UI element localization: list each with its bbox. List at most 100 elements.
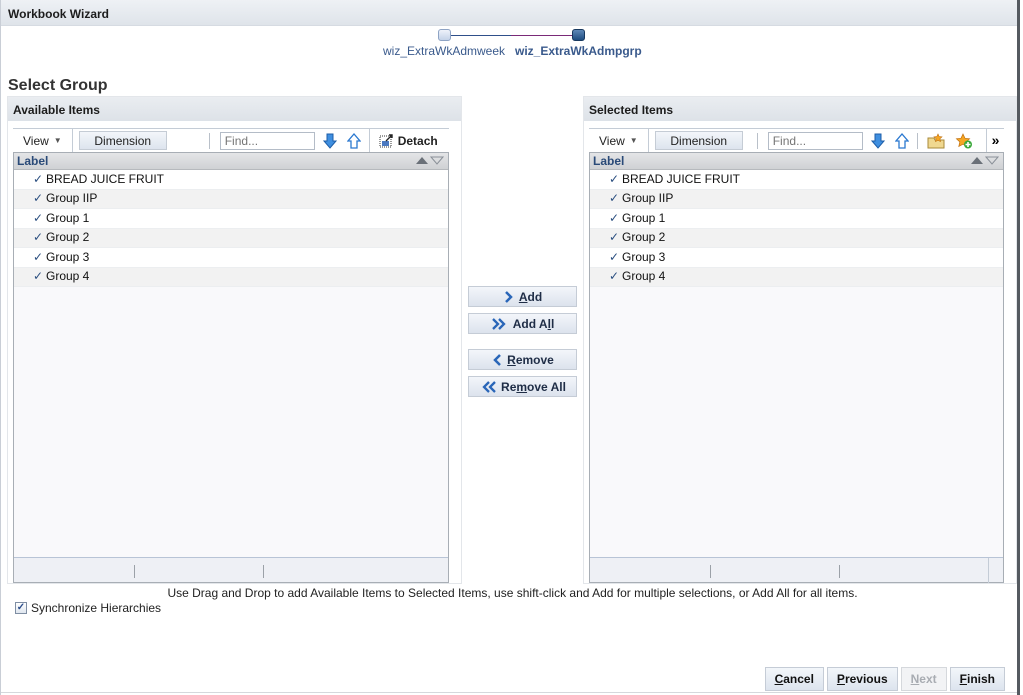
toolbar-separator — [756, 132, 758, 149]
selected-items-list: ✓ BREAD JUICE FRUIT ✓ Group IIP ✓ Group 1 ✓ Gro… — [590, 170, 1003, 287]
list-item[interactable]: ✓ Group IIP — [590, 189, 1003, 209]
next-button[interactable]: Next — [900, 667, 947, 691]
list-item[interactable]: ✓ Group 3 — [14, 248, 448, 268]
workbook-wizard-window: Workbook Wizard wiz_ExtraWkAdmweek wiz_E… — [0, 0, 1020, 695]
page-title: Select Group — [8, 77, 108, 94]
checkmark-icon: ✓ — [33, 269, 44, 284]
cancel-button[interactable]: Cancel — [764, 667, 824, 691]
detach-label: Detach — [397, 133, 438, 148]
view-menu[interactable]: View ▼ — [589, 128, 649, 153]
checkbox-checked-icon[interactable]: ✓ — [15, 602, 27, 614]
checkmark-icon: ✓ — [33, 249, 44, 264]
available-items-list: ✓ BREAD JUICE FRUIT ✓ Group IIP ✓ Group 1 ✓ Gro… — [14, 170, 448, 287]
list-item[interactable]: ✓ Group 3 — [590, 248, 1003, 268]
dimension-button[interactable]: Dimension — [78, 131, 167, 150]
remove-all-button[interactable]: Remove All — [468, 376, 577, 397]
sort-ascending-icon — [971, 157, 983, 164]
checkmark-icon: ✓ — [609, 230, 620, 245]
find-input[interactable] — [219, 131, 315, 150]
list-item-label: Group 4 — [622, 269, 666, 284]
column-header-label[interactable]: Label — [14, 153, 448, 170]
list-item[interactable]: ✓ Group 1 — [14, 209, 448, 229]
list-item-label: Group 1 — [46, 210, 90, 225]
list-item[interactable]: ✓ Group 1 — [590, 209, 1003, 229]
previous-button[interactable]: Previous — [826, 667, 898, 691]
list-item-label: Group 4 — [46, 269, 90, 284]
selected-items-panel: Selected Items View ▼ Dimension » — [583, 96, 1017, 584]
find-input[interactable] — [767, 131, 863, 150]
view-menu-label: View — [23, 133, 49, 148]
sort-icons[interactable] — [415, 156, 444, 165]
train-connector-current — [511, 35, 573, 36]
more-toolbar-button[interactable]: » — [986, 128, 1004, 153]
checkmark-icon: ✓ — [33, 230, 44, 245]
checkmark-icon: ✓ — [33, 171, 44, 186]
checkmark-icon: ✓ — [609, 269, 620, 284]
sort-icons[interactable] — [970, 156, 999, 165]
checkmark-icon: ✓ — [609, 171, 620, 186]
view-menu[interactable]: View ▼ — [13, 128, 73, 153]
checkmark-icon: ✓ — [33, 191, 44, 206]
synchronize-hierarchies-label: Synchronize Hierarchies — [31, 601, 162, 615]
detach-button[interactable]: Detach — [379, 133, 438, 148]
available-toolbar: View ▼ Dimension Detach — [13, 128, 449, 153]
list-item-label: Group 2 — [622, 230, 666, 245]
list-item[interactable]: ✓ Group 2 — [14, 228, 448, 248]
sort-ascending-icon — [416, 157, 428, 164]
add-all-button[interactable]: Add All — [468, 313, 577, 334]
checkmark-icon: ✓ — [609, 191, 620, 206]
finish-button[interactable]: Finish — [949, 667, 1005, 691]
train-connector-visited — [451, 35, 511, 36]
open-favorite-folder-icon[interactable] — [927, 132, 945, 150]
list-item-label: Group 2 — [46, 230, 90, 245]
list-item-label: BREAD JUICE FRUIT — [46, 171, 165, 186]
list-item-label: Group 3 — [46, 249, 90, 264]
selected-items-table: Label ✓ BREAD JUICE FRUIT ✓ Group IIP ✓ Group… — [589, 152, 1004, 583]
checkmark-icon: ✓ — [33, 210, 44, 225]
find-previous-icon[interactable] — [893, 132, 911, 150]
table-footer — [14, 557, 448, 582]
list-item-label: Group IIP — [622, 191, 674, 206]
find-next-icon[interactable] — [869, 132, 887, 150]
add-favorite-icon[interactable] — [955, 132, 973, 150]
move-all-left-icon — [482, 380, 496, 393]
dimension-button[interactable]: Dimension — [654, 131, 743, 150]
toolbar-separator — [208, 132, 210, 149]
remove-button[interactable]: Remove — [468, 349, 577, 370]
available-items-panel: Available Items View ▼ Dimension Detach — [7, 96, 462, 584]
available-items-table: Label ✓ BREAD JUICE FRUIT ✓ Group IIP ✓ Group… — [13, 152, 449, 583]
selected-toolbar: View ▼ Dimension » — [589, 128, 1004, 153]
list-item-label: BREAD JUICE FRUIT — [622, 171, 741, 186]
wizard-train: wiz_ExtraWkAdmweek wiz_ExtraWkAdmpgrp — [371, 28, 661, 62]
list-item-label: Group IIP — [46, 191, 98, 206]
train-step-label-1[interactable]: wiz_ExtraWkAdmweek — [383, 44, 505, 58]
move-left-icon — [493, 353, 502, 366]
list-item[interactable]: ✓ BREAD JUICE FRUIT — [590, 170, 1003, 190]
checkmark-icon: ✓ — [609, 249, 620, 264]
sort-descending-icon — [985, 156, 999, 165]
column-header-label[interactable]: Label — [590, 153, 1003, 170]
move-right-icon — [504, 290, 513, 303]
list-item[interactable]: ✓ Group 2 — [590, 228, 1003, 248]
chevron-down-icon: ▼ — [629, 136, 638, 145]
instructions-text: Use Drag and Drop to add Available Items… — [167, 586, 858, 600]
train-stop-visited[interactable] — [438, 29, 451, 41]
list-item[interactable]: ✓ Group 4 — [14, 267, 448, 287]
list-item-label: Group 1 — [622, 210, 666, 225]
find-next-icon[interactable] — [321, 132, 339, 150]
chevron-down-icon: ▼ — [53, 136, 62, 145]
train-stop-current — [572, 29, 585, 41]
sort-descending-icon — [430, 156, 444, 165]
table-footer — [590, 557, 1003, 583]
available-items-header: Available Items — [8, 97, 461, 121]
synchronize-hierarchies-checkbox[interactable]: ✓ Synchronize Hierarchies — [15, 601, 161, 615]
find-previous-icon[interactable] — [345, 132, 363, 150]
toolbar-separator — [916, 132, 918, 149]
add-button[interactable]: Add — [468, 286, 577, 307]
view-menu-label: View — [599, 133, 625, 148]
list-item[interactable]: ✓ BREAD JUICE FRUIT — [14, 170, 448, 190]
list-item-label: Group 3 — [622, 249, 666, 264]
list-item[interactable]: ✓ Group 4 — [590, 267, 1003, 287]
list-item[interactable]: ✓ Group IIP — [14, 189, 448, 209]
selected-items-header: Selected Items — [584, 97, 1016, 121]
